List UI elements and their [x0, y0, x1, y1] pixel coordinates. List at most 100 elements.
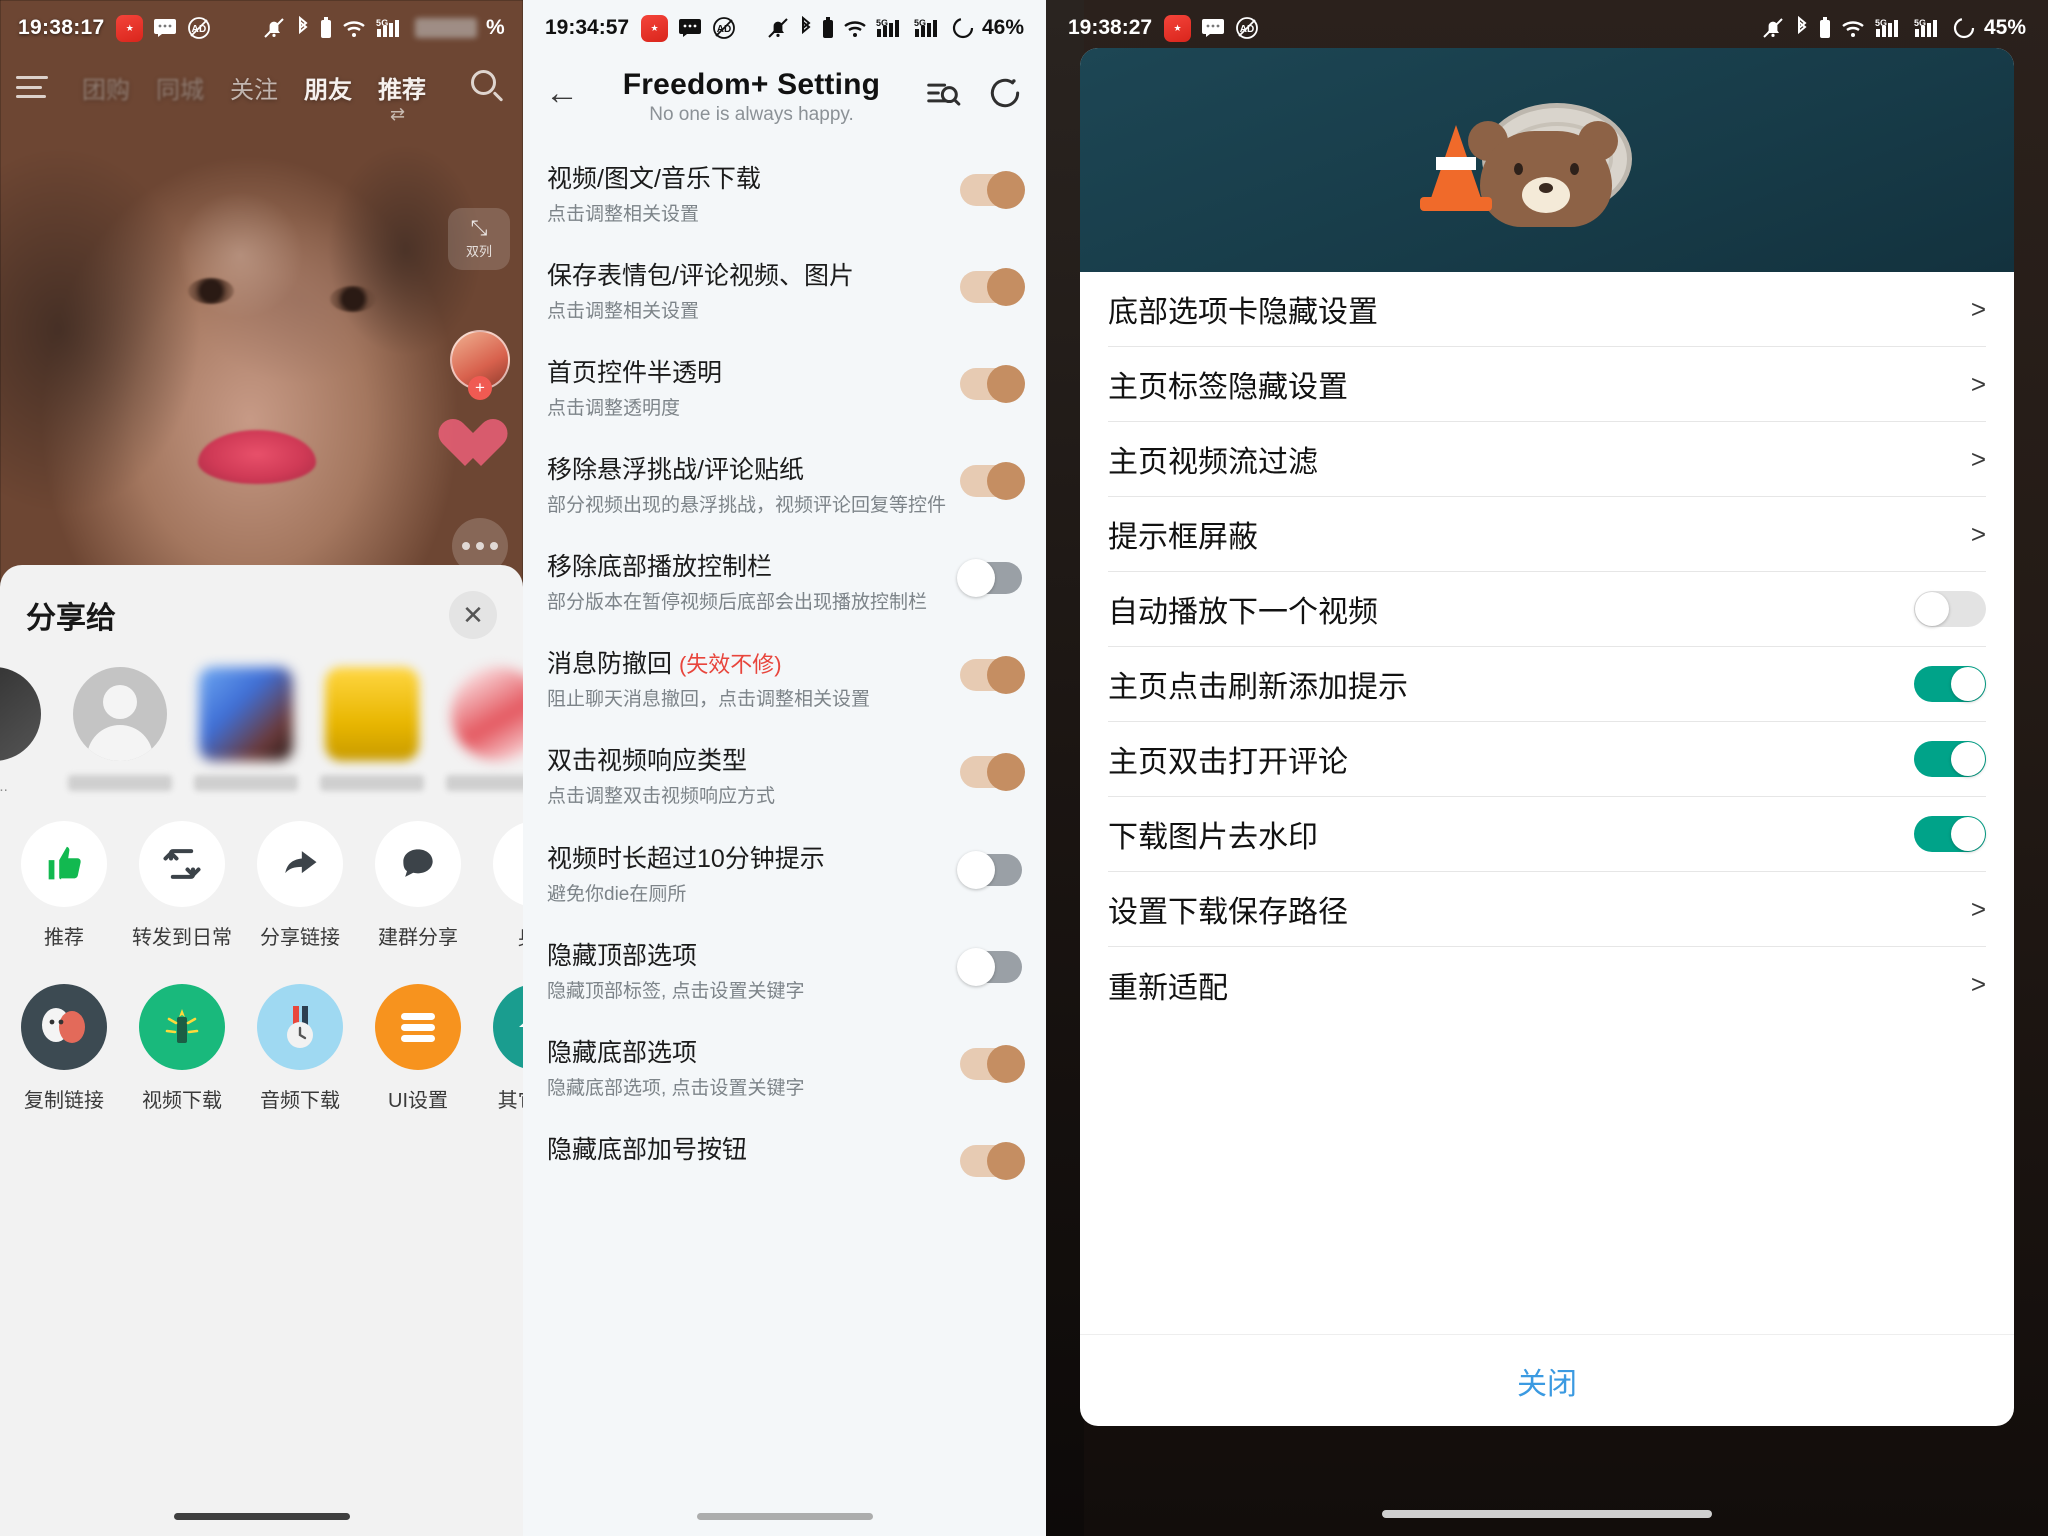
- dialog-row-label: 主页点击刷新添加提示: [1108, 671, 1408, 704]
- swap-arrows-icon[interactable]: ⇄: [390, 104, 405, 125]
- setting-subtitle: 隐藏底部选项, 点击设置关键字: [547, 1077, 805, 1099]
- share-action-label: 转发到日常: [132, 927, 232, 949]
- tab-tuangou[interactable]: 团购: [82, 70, 130, 105]
- contact-item[interactable]: [446, 667, 523, 791]
- dialog-row[interactable]: 底部选项卡隐藏设置 >: [1108, 272, 1986, 347]
- setting-row[interactable]: 双击视频响应类型 点击调整双击视频响应方式: [523, 730, 1046, 827]
- setting-subtitle: 点击调整相关设置: [547, 204, 700, 225]
- app-audio-download[interactable]: 音频下载: [246, 984, 354, 1113]
- dialog-row[interactable]: 自动播放下一个视频: [1108, 572, 1986, 647]
- thumbs-up-icon: [21, 821, 107, 907]
- follow-plus-button[interactable]: +: [468, 376, 492, 400]
- setting-row[interactable]: 移除底部播放控制栏 部分版本在暂停视频后底部会出现播放控制栏: [523, 536, 1046, 633]
- setting-row[interactable]: 保存表情包/评论视频、图片 点击调整相关设置: [523, 245, 1046, 342]
- setting-title: 首页控件半透明: [547, 359, 723, 388]
- status-time: 19:38:17: [18, 16, 105, 39]
- share-action-label: 身...: [482, 921, 523, 950]
- dialog-row[interactable]: 主页双击打开评论: [1108, 722, 1986, 797]
- double-column-label: 双列: [465, 244, 492, 259]
- home-indicator: [1382, 1510, 1712, 1518]
- collapse-arrows-icon: ⤡: [470, 217, 488, 240]
- search-icon[interactable]: [469, 68, 507, 106]
- dialog-row[interactable]: 下载图片去水印: [1108, 797, 1986, 872]
- app-ui-settings[interactable]: UI设置: [364, 984, 472, 1113]
- setting-toggle[interactable]: [960, 462, 1025, 501]
- contact-item[interactable]: 元...: [0, 667, 46, 795]
- back-arrow-icon[interactable]: ←: [545, 76, 579, 110]
- dialog-row-label: 提示框屏蔽: [1108, 521, 1258, 554]
- wifi-icon: [341, 17, 367, 39]
- setting-row[interactable]: 首页控件半透明 点击调整透明度: [523, 342, 1046, 439]
- setting-toggle[interactable]: [960, 753, 1025, 792]
- share-sheet-header: 分享给 ✕: [0, 565, 523, 649]
- battery-small-icon: [822, 17, 834, 39]
- contact-item[interactable]: [194, 667, 298, 791]
- double-column-toggle[interactable]: ⤡ 双列: [448, 208, 510, 270]
- dialog-footer: 关闭: [1080, 1334, 2014, 1426]
- list-search-icon[interactable]: [924, 74, 962, 112]
- dialog-row[interactable]: 主页视频流过滤 >: [1108, 422, 1986, 497]
- setting-toggle[interactable]: [960, 365, 1025, 404]
- dialog-row[interactable]: 主页标签隐藏设置 >: [1108, 347, 1986, 422]
- dialog-row[interactable]: 重新适配 >: [1108, 947, 1986, 1022]
- app-video-download[interactable]: 视频下载: [128, 984, 236, 1113]
- dialog-options-list: 底部选项卡隐藏设置 > 主页标签隐藏设置 > 主页视频流过滤 > 提示框屏蔽 >…: [1080, 272, 2014, 1334]
- setting-toggle[interactable]: [960, 1141, 1025, 1180]
- close-icon[interactable]: ✕: [449, 591, 497, 639]
- setting-toggle[interactable]: [957, 850, 1022, 889]
- bell-off-icon: [1761, 16, 1785, 40]
- dialog-row-toggle[interactable]: [1914, 591, 1986, 627]
- setting-row[interactable]: 视频时长超过10分钟提示 避免你die在厕所: [523, 828, 1046, 925]
- setting-row[interactable]: 视频/图文/音乐下载 点击调整相关设置: [523, 148, 1046, 245]
- page-header: ← Freedom+ Setting No one is always happ…: [523, 56, 1046, 142]
- setting-toggle[interactable]: [960, 171, 1025, 209]
- contact-item[interactable]: [68, 667, 172, 791]
- battery-icon: [1953, 17, 1975, 39]
- setting-row[interactable]: 消息防撤回 (失效不修) 阻止聊天消息撤回，点击调整相关设置: [523, 633, 1046, 730]
- share-action-link[interactable]: 分享链接: [246, 821, 354, 950]
- setting-toggle[interactable]: [960, 656, 1025, 695]
- contact-item[interactable]: [320, 667, 424, 791]
- tab-pengyou[interactable]: 朋友: [304, 70, 352, 105]
- heart-icon[interactable]: [452, 418, 508, 468]
- dialog-row[interactable]: 主页点击刷新添加提示: [1108, 647, 1986, 722]
- status-bar: 19:38:17 ★ AD 5G %: [0, 0, 523, 56]
- dialog-row-toggle[interactable]: [1914, 816, 1986, 852]
- signal-5g-icon-2: 5G: [914, 17, 944, 39]
- app-badge-icon: ★: [116, 14, 144, 42]
- setting-toggle[interactable]: [960, 268, 1025, 307]
- repost-icon: [139, 821, 225, 907]
- masks-icon: [21, 984, 107, 1070]
- share-action-repost[interactable]: 转发到日常: [128, 821, 236, 950]
- message-icon: [1201, 18, 1225, 38]
- share-action-recommend[interactable]: 推荐: [10, 821, 118, 950]
- tab-tongcheng[interactable]: 同城: [156, 70, 204, 105]
- setting-row[interactable]: 隐藏底部选项 隐藏底部选项, 点击设置关键字: [523, 1022, 1046, 1119]
- setting-row[interactable]: 移除悬浮挑战/评论贴纸 部分视频出现的悬浮挑战，视频评论回复等控件: [523, 439, 1046, 536]
- setting-toggle[interactable]: [960, 1044, 1025, 1083]
- setting-toggle[interactable]: [957, 559, 1022, 598]
- close-button[interactable]: 关闭: [1517, 1359, 1577, 1403]
- dialog-row[interactable]: 设置下载保存路径 >: [1108, 872, 1986, 947]
- setting-row[interactable]: 隐藏底部加号按钮: [523, 1119, 1046, 1195]
- refresh-circle-icon[interactable]: [986, 74, 1024, 112]
- share-action-partial[interactable]: 身...: [482, 821, 523, 950]
- dialog-row-toggle[interactable]: [1914, 741, 1986, 777]
- hamburger-icon[interactable]: [16, 76, 48, 98]
- app-label: 视频下载: [142, 1090, 222, 1112]
- battery-icon: [952, 17, 974, 39]
- contact-name: [68, 775, 172, 791]
- tab-tuijian[interactable]: 推荐: [378, 70, 426, 105]
- dialog-row-toggle[interactable]: [1914, 666, 1986, 702]
- share-action-group[interactable]: 建群分享: [364, 821, 472, 950]
- contact-name: 元...: [0, 778, 8, 795]
- feed-top-nav: 团购 同城 关注 朋友 推荐: [0, 56, 523, 118]
- share-sheet: 分享给 ✕ 元...: [0, 565, 523, 1536]
- tab-guanzhu[interactable]: 关注: [230, 70, 278, 105]
- app-badge-icon: ★: [1164, 14, 1192, 42]
- app-copy-link[interactable]: 复制链接: [10, 984, 118, 1113]
- setting-toggle[interactable]: [957, 947, 1022, 986]
- setting-row[interactable]: 隐藏顶部选项 隐藏顶部标签, 点击设置关键字: [523, 925, 1046, 1022]
- app-other-settings[interactable]: 其它设...: [482, 984, 523, 1113]
- dialog-row[interactable]: 提示框屏蔽 >: [1108, 497, 1986, 572]
